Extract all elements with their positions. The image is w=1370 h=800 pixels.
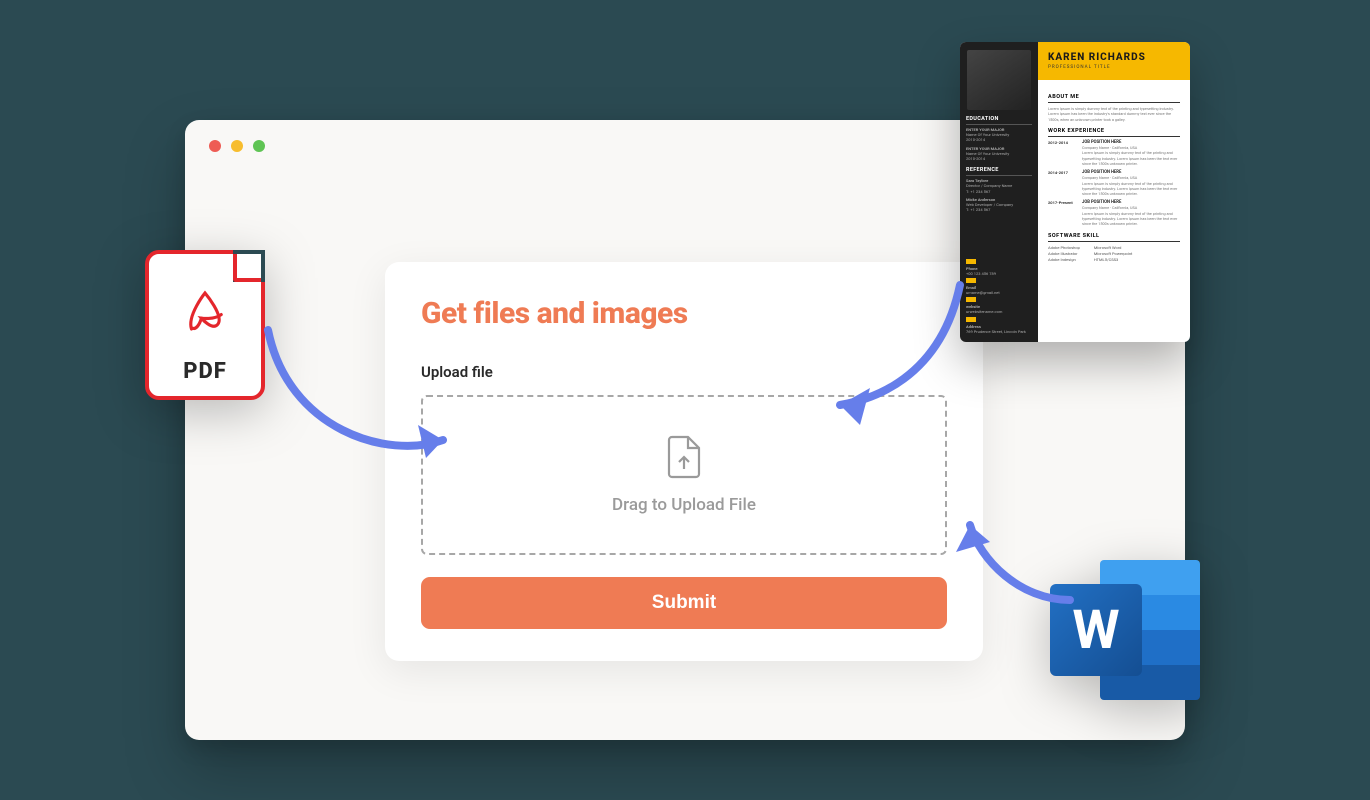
- skill-item: Adobe Indesign: [1048, 257, 1080, 263]
- upload-card: Get files and images Upload file Drag to…: [385, 262, 983, 661]
- pdf-label: PDF: [149, 359, 261, 384]
- edu2-major: ENTER YOUR MAJOR: [966, 146, 1004, 151]
- resume-subtitle: PROFESSIONAL TITLE: [1048, 65, 1180, 70]
- resume-banner: KAREN RICHARDS PROFESSIONAL TITLE: [1038, 42, 1190, 80]
- word-glyph: W: [1072, 599, 1119, 662]
- ref2-tel: T: +1 234 567: [966, 207, 1032, 212]
- phone-label: Phone: [966, 266, 977, 271]
- address-val: 769 Prudence Street, Lincoln Park: [966, 329, 1032, 334]
- dropzone-text: Drag to Upload File: [612, 495, 756, 515]
- traffic-lights: [209, 140, 265, 152]
- address-label: Address: [966, 324, 981, 329]
- adobe-logo-icon: [178, 284, 232, 338]
- upload-dropzone[interactable]: Drag to Upload File: [421, 395, 947, 555]
- phone-val: +00 123 456 789: [966, 271, 1032, 276]
- reference-heading: REFERENCE: [966, 167, 1032, 176]
- exp-body: Lorem Ipsum is simply dummy text of the …: [1082, 181, 1180, 197]
- file-upload-icon: [666, 435, 702, 483]
- email-val: urname@gmail.net: [966, 290, 1032, 295]
- exp-body: Lorem Ipsum is simply dummy text of the …: [1082, 150, 1180, 166]
- window-zoom-dot: [253, 140, 265, 152]
- ref2-name: Micke Anderson: [966, 197, 995, 202]
- exp-row: 2017-Present JOB POSITION HERECompany Na…: [1048, 200, 1180, 226]
- resume-photo: [967, 50, 1031, 110]
- exp-body: Lorem Ipsum is simply dummy text of the …: [1082, 211, 1180, 227]
- ref1-tel: T: +1 234 567: [966, 189, 1032, 194]
- skills-heading: SOFTWARE SKILL: [1048, 233, 1180, 242]
- resume-name: KAREN RICHARDS: [1048, 52, 1180, 63]
- edu1-years: 2010-2014: [966, 137, 1032, 142]
- exp-year: 2012-2014: [1048, 140, 1076, 166]
- resume-main: KAREN RICHARDS PROFESSIONAL TITLE ABOUT …: [1038, 42, 1190, 342]
- about-heading: ABOUT ME: [1048, 94, 1180, 103]
- exp-row: 2014-2017 JOB POSITION HERECompany Name …: [1048, 170, 1180, 196]
- website-val: urwebsitename.com: [966, 309, 1032, 314]
- window-minimize-dot: [231, 140, 243, 152]
- skill-item: HTML5/CSS3: [1094, 257, 1132, 263]
- window-close-dot: [209, 140, 221, 152]
- resume-sidebar: EDUCATION ENTER YOUR MAJOR Name Of Your …: [960, 42, 1038, 342]
- exp-row: 2012-2014 JOB POSITION HERECompany Name …: [1048, 140, 1180, 166]
- resume-document-icon: EDUCATION ENTER YOUR MAJOR Name Of Your …: [960, 42, 1190, 342]
- experience-heading: WORK EXPERIENCE: [1048, 128, 1180, 137]
- word-w-square: W: [1050, 584, 1142, 676]
- pdf-file-icon: PDF: [145, 250, 265, 400]
- word-file-icon: W: [1050, 560, 1200, 700]
- exp-year: 2014-2017: [1048, 170, 1076, 196]
- about-body: Lorem Ipsum is simply dummy text of the …: [1048, 106, 1180, 122]
- submit-button[interactable]: Submit: [421, 577, 947, 629]
- card-title: Get files and images: [421, 296, 947, 331]
- upload-field-label: Upload file: [421, 363, 947, 381]
- education-heading: EDUCATION: [966, 116, 1032, 125]
- exp-year: 2017-Present: [1048, 200, 1076, 226]
- edu2-years: 2010-2014: [966, 156, 1032, 161]
